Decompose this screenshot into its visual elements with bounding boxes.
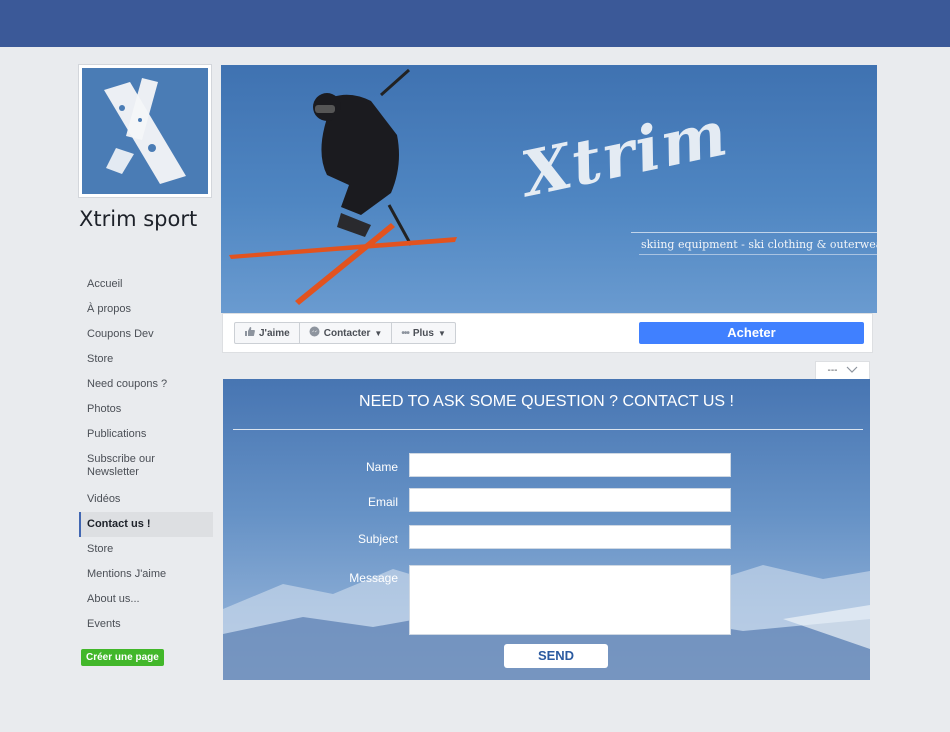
messenger-icon — [309, 326, 320, 340]
message-textarea[interactable] — [409, 565, 731, 635]
caret-down-icon: ▼ — [374, 328, 383, 338]
sidebar-item-contact-us[interactable]: Contact us ! — [79, 512, 213, 537]
sidebar-item-a-propos[interactable]: À propos — [79, 297, 213, 322]
contact-form-divider — [233, 429, 863, 430]
cover-photo[interactable]: Xtrim skiing equipment - ski clothing & … — [221, 65, 877, 313]
more-button[interactable]: ••• Plus ▼ — [392, 323, 455, 343]
xtrim-logo — [82, 68, 208, 194]
subject-label: Subject — [357, 532, 398, 546]
sidebar-item-videos[interactable]: Vidéos — [79, 487, 213, 512]
contact-form-panel: NEED TO ASK SOME QUESTION ? CONTACT US !… — [223, 379, 870, 680]
sidebar-item-accueil[interactable]: Accueil — [79, 272, 213, 297]
buy-button[interactable]: Acheter — [639, 322, 864, 344]
create-page-button[interactable]: Créer une page — [81, 649, 164, 666]
like-label: J'aime — [259, 327, 290, 339]
contact-form-title: NEED TO ASK SOME QUESTION ? CONTACT US ! — [359, 393, 734, 410]
page-title: Xtrim sport — [79, 207, 198, 231]
page-sidebar-nav: Accueil À propos Coupons Dev Store Need … — [79, 272, 213, 637]
chevron-down-icon — [846, 365, 858, 376]
email-label: Email — [367, 495, 398, 509]
tab-select-value: --- — [827, 365, 838, 376]
profile-picture[interactable] — [78, 64, 212, 198]
sidebar-item-store-2[interactable]: Store — [79, 537, 213, 562]
tagline-rule-bottom — [639, 254, 877, 255]
contact-label: Contacter — [323, 327, 371, 339]
tagline-rule-top — [631, 232, 877, 233]
contact-button[interactable]: Contacter ▼ — [300, 323, 393, 343]
message-label: Message — [349, 571, 398, 585]
page-action-buttons: J'aime Contacter ▼ ••• Plus ▼ — [234, 322, 456, 344]
more-label: Plus — [412, 327, 434, 339]
cover-tagline: skiing equipment - ski clothing & outerw… — [641, 238, 877, 251]
sidebar-item-need-coupons[interactable]: Need coupons ? — [79, 372, 213, 397]
tab-options-select[interactable]: --- — [815, 361, 870, 380]
thumbs-up-icon — [244, 326, 255, 340]
send-button[interactable]: SEND — [504, 644, 608, 668]
sidebar-item-newsletter[interactable]: Subscribe our Newsletter — [79, 447, 213, 487]
name-input[interactable] — [409, 453, 731, 477]
name-label: Name — [365, 460, 398, 474]
sidebar-item-events[interactable]: Events — [79, 612, 213, 637]
sidebar-item-store[interactable]: Store — [79, 347, 213, 372]
page-action-bar: J'aime Contacter ▼ ••• Plus ▼ Acheter — [222, 313, 873, 353]
facebook-top-bar — [0, 0, 950, 47]
email-input[interactable] — [409, 488, 731, 512]
caret-down-icon: ▼ — [437, 328, 446, 338]
like-button[interactable]: J'aime — [235, 323, 300, 343]
sidebar-item-mentions-jaime[interactable]: Mentions J'aime — [79, 562, 213, 587]
ellipsis-icon: ••• — [401, 327, 409, 339]
sidebar-item-photos[interactable]: Photos — [79, 397, 213, 422]
subject-input[interactable] — [409, 525, 731, 549]
sidebar-item-about-us[interactable]: About us... — [79, 587, 213, 612]
sidebar-item-coupons-dev[interactable]: Coupons Dev — [79, 322, 213, 347]
sidebar-item-publications[interactable]: Publications — [79, 422, 213, 447]
